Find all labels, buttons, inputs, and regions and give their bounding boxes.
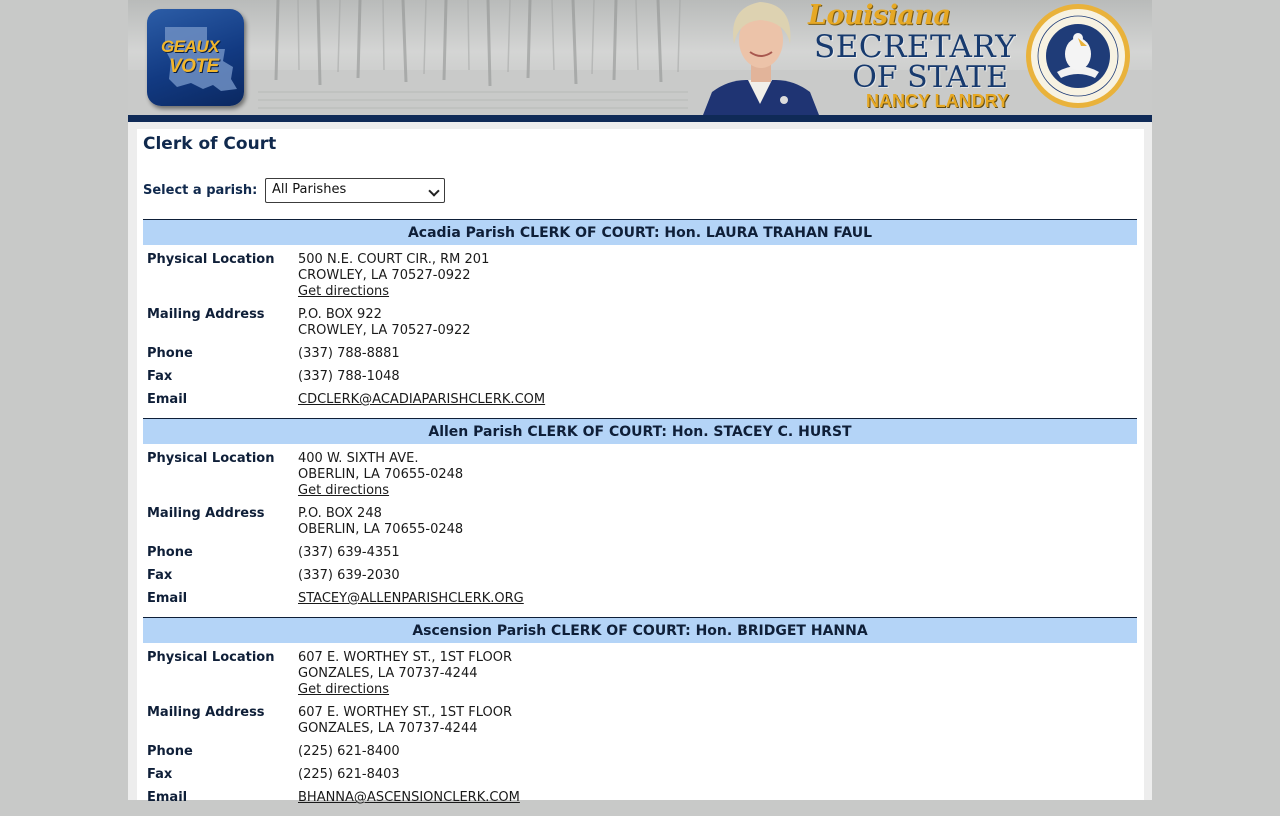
get-directions-link[interactable]: Get directions — [298, 682, 389, 697]
logo-word-geaux: GEAUX — [161, 37, 219, 56]
page-container: GEAUX VOTE Louisiana SECRETARY OF STATE … — [128, 0, 1152, 805]
phone-row: Phone (337) 639-4351 — [143, 545, 1137, 561]
banner-divider — [128, 115, 1152, 122]
fax-row: Fax (225) 621-8403 — [143, 767, 1137, 783]
mailing-address-row: Mailing Address 607 E. WORTHEY ST., 1ST … — [143, 705, 1137, 737]
get-directions-link[interactable]: Get directions — [298, 483, 389, 498]
mailing-address-label: Mailing Address — [147, 705, 265, 720]
state-seal-icon — [1026, 4, 1130, 108]
phone-label: Phone — [147, 346, 193, 361]
phone-value: (225) 621-8400 — [298, 744, 400, 759]
parish-record: Acadia Parish CLERK OF COURT: Hon. LAURA… — [143, 219, 1137, 418]
email-label: Email — [147, 392, 188, 407]
mailing-address-line2: CROWLEY, LA 70527-0922 — [298, 323, 471, 338]
physical-location-row: Physical Location 607 E. WORTHEY ST., 1S… — [143, 650, 1137, 698]
physical-address-line1: 500 N.E. COURT CIR., RM 201 — [298, 252, 490, 267]
louisiana-script-title: Louisiana — [808, 0, 951, 31]
phone-row: Phone (337) 788-8881 — [143, 346, 1137, 362]
fax-label: Fax — [147, 369, 173, 384]
fax-label: Fax — [147, 568, 173, 583]
fax-value: (337) 639-2030 — [298, 568, 400, 583]
geaux-vote-logo[interactable]: GEAUX VOTE — [147, 9, 244, 106]
mailing-address-line1: P.O. BOX 922 — [298, 307, 382, 322]
clerk-records-list: Acadia Parish CLERK OF COURT: Hon. LAURA… — [143, 219, 1137, 816]
physical-address-line1: 607 E. WORTHEY ST., 1ST FLOOR — [298, 650, 512, 665]
mailing-address-line1: 607 E. WORTHEY ST., 1ST FLOOR — [298, 705, 512, 720]
phone-value: (337) 788-8881 — [298, 346, 400, 361]
phone-value: (337) 639-4351 — [298, 545, 400, 560]
parish-record-header: Allen Parish CLERK OF COURT: Hon. STACEY… — [143, 418, 1137, 444]
phone-label: Phone — [147, 744, 193, 759]
physical-location-label: Physical Location — [147, 451, 275, 466]
mailing-address-line2: GONZALES, LA 70737-4244 — [298, 721, 478, 736]
fax-value: (225) 621-8403 — [298, 767, 400, 782]
parish-select-label: Select a parish: — [143, 183, 258, 198]
mailing-address-line1: P.O. BOX 248 — [298, 506, 382, 521]
parish-select-value: All Parishes — [272, 182, 347, 197]
phone-row: Phone (225) 621-8400 — [143, 744, 1137, 760]
parish-record: Ascension Parish CLERK OF COURT: Hon. BR… — [143, 617, 1137, 816]
fax-label: Fax — [147, 767, 173, 782]
parish-record-header: Acadia Parish CLERK OF COURT: Hon. LAURA… — [143, 219, 1137, 245]
physical-address-line2: CROWLEY, LA 70527-0922 — [298, 268, 471, 283]
email-link[interactable]: BHANNA@ASCENSIONCLERK.COM — [298, 790, 520, 805]
site-banner: GEAUX VOTE Louisiana SECRETARY OF STATE … — [128, 0, 1152, 115]
parish-record-header: Ascension Parish CLERK OF COURT: Hon. BR… — [143, 617, 1137, 643]
email-row: Email BHANNA@ASCENSIONCLERK.COM — [143, 790, 1137, 806]
physical-address-line2: GONZALES, LA 70737-4244 — [298, 666, 478, 681]
mailing-address-row: Mailing Address P.O. BOX 922 CROWLEY, LA… — [143, 307, 1137, 339]
fax-row: Fax (337) 788-1048 — [143, 369, 1137, 385]
secretary-portrait-image — [703, 2, 819, 115]
fax-value: (337) 788-1048 — [298, 369, 400, 384]
email-link[interactable]: CDCLERK@ACADIAPARISHCLERK.COM — [298, 392, 545, 407]
physical-location-label: Physical Location — [147, 252, 275, 267]
physical-address-line2: OBERLIN, LA 70655-0248 — [298, 467, 464, 482]
page-title: Clerk of Court — [143, 134, 277, 154]
email-label: Email — [147, 591, 188, 606]
official-name: NANCY LANDRY — [865, 91, 1009, 111]
physical-location-label: Physical Location — [147, 650, 275, 665]
mailing-address-row: Mailing Address P.O. BOX 248 OBERLIN, LA… — [143, 506, 1137, 538]
mailing-address-label: Mailing Address — [147, 307, 265, 322]
phone-label: Phone — [147, 545, 193, 560]
physical-location-row: Physical Location 500 N.E. COURT CIR., R… — [143, 252, 1137, 300]
chevron-down-icon — [428, 185, 440, 197]
email-link[interactable]: STACEY@ALLENPARISHCLERK.ORG — [298, 591, 524, 606]
mailing-address-line2: OBERLIN, LA 70655-0248 — [298, 522, 464, 537]
parish-select[interactable]: All Parishes — [265, 178, 445, 203]
email-label: Email — [147, 790, 188, 805]
mailing-address-label: Mailing Address — [147, 506, 265, 521]
physical-location-row: Physical Location 400 W. SIXTH AVE. OBER… — [143, 451, 1137, 499]
email-row: Email CDCLERK@ACADIAPARISHCLERK.COM — [143, 392, 1137, 408]
get-directions-link[interactable]: Get directions — [298, 284, 389, 299]
fax-row: Fax (337) 639-2030 — [143, 568, 1137, 584]
parish-record: Allen Parish CLERK OF COURT: Hon. STACEY… — [143, 418, 1137, 617]
content-panel: Clerk of Court Select a parish: All Pari… — [137, 129, 1144, 805]
physical-address-line1: 400 W. SIXTH AVE. — [298, 451, 419, 466]
secretary-title-line2: OF STATE — [852, 60, 1008, 95]
logo-word-vote: VOTE — [169, 56, 219, 77]
email-row: Email STACEY@ALLENPARISHCLERK.ORG — [143, 591, 1137, 607]
